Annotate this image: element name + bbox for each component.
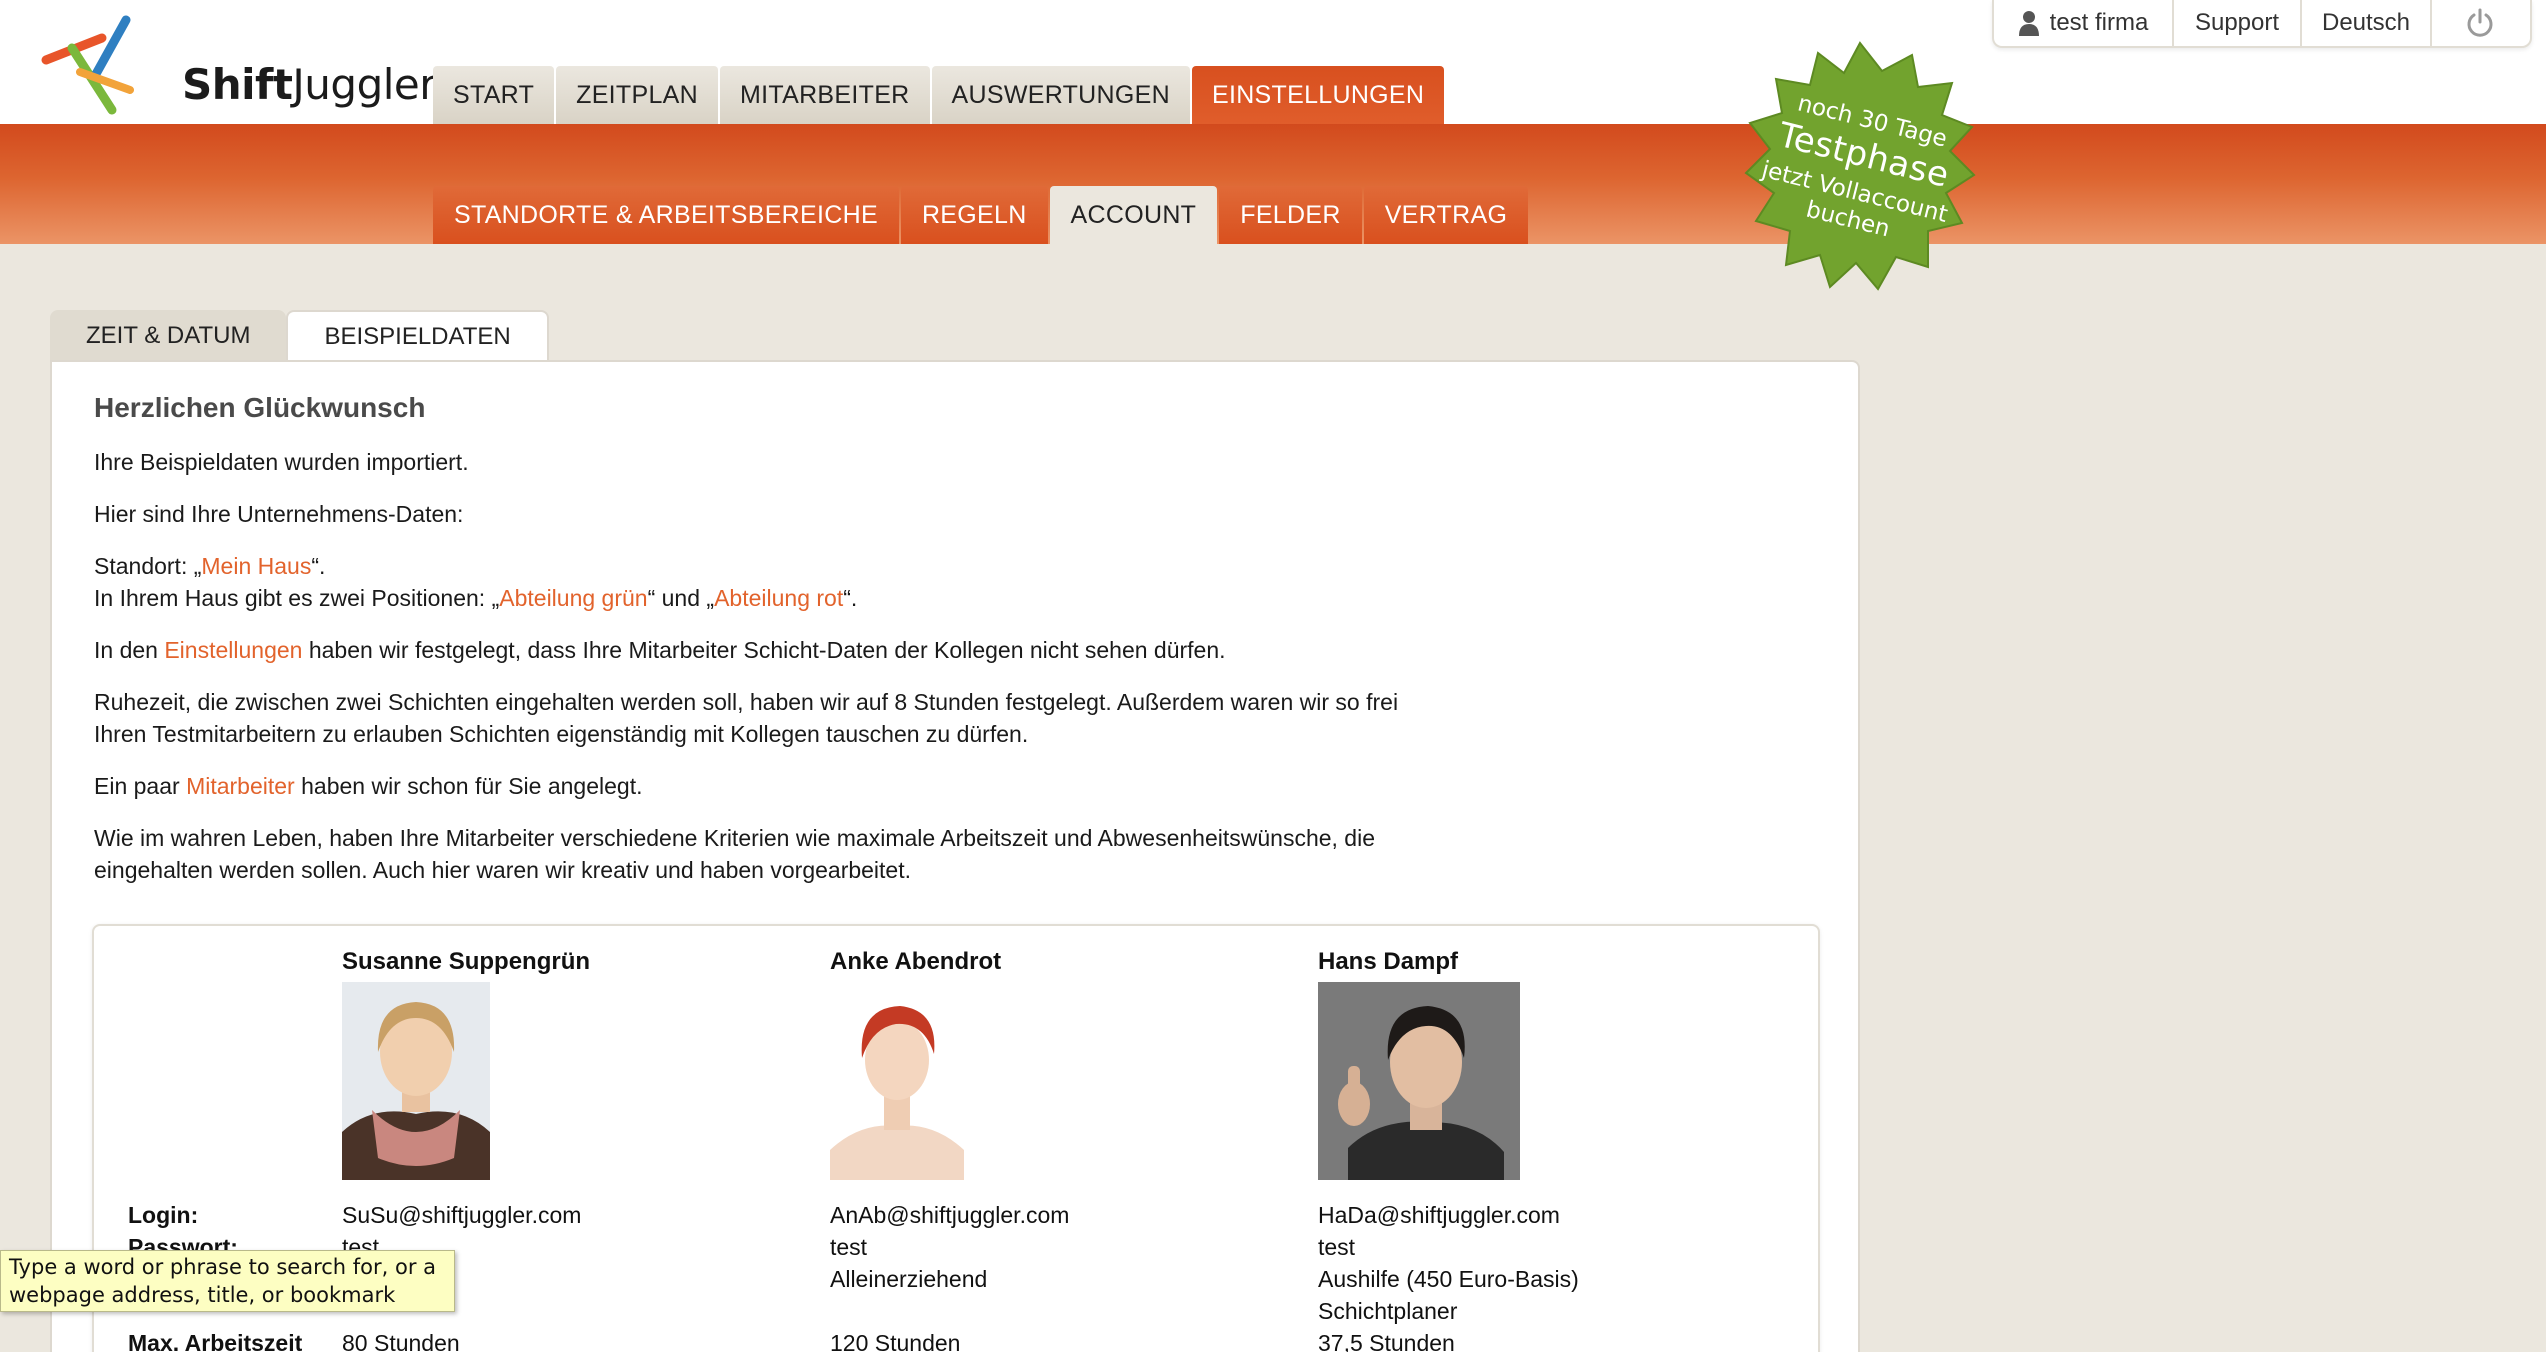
user-name: test firma — [2049, 9, 2149, 36]
employee-max-hours: 80 Stunden — [342, 1330, 460, 1352]
employee-max-hours: 37,5 Stunden — [1318, 1330, 1455, 1352]
main-nav: START ZEITPLAN MITARBEITER AUSWERTUNGEN … — [433, 66, 1445, 124]
logo-text: ShiftJuggler — [182, 60, 437, 109]
paragraph-imported: Ihre Beispieldaten wurden importiert. — [94, 449, 469, 475]
link-abteilung-rot[interactable]: Abteilung rot — [714, 585, 843, 611]
person-photo-icon — [342, 982, 490, 1180]
link-einstellungen[interactable]: Einstellungen — [164, 637, 302, 663]
label-max-hours: Max. Arbeitszeit — [128, 1330, 303, 1352]
panel-body: Herzlichen Glückwunsch Ihre Beispieldate… — [94, 392, 1514, 906]
person-photo-icon — [830, 982, 964, 1180]
tab-zeitplan[interactable]: ZEITPLAN — [556, 66, 719, 124]
paragraph-employees: Ein paar Mitarbeiter haben wir schon für… — [94, 773, 643, 799]
paragraph-company-data: Hier sind Ihre Unternehmens-Daten: — [94, 501, 464, 527]
sub-nav: STANDORTE & ARBEITSBEREICHE REGELN ACCOU… — [433, 186, 1529, 244]
support-link[interactable]: Support — [2174, 0, 2302, 46]
tab-auswertungen[interactable]: AUSWERTUNGEN — [931, 66, 1190, 124]
paragraph-criteria: Wie im wahren Leben, haben Ihre Mitarbei… — [94, 825, 1376, 883]
subtab-regeln[interactable]: REGELN — [900, 186, 1048, 244]
tab-zeit-datum[interactable]: ZEIT & DATUM — [50, 310, 287, 362]
logo[interactable]: ShiftJuggler — [40, 12, 437, 122]
paragraph-location: Standort: „Mein Haus“. In Ihrem Haus gib… — [94, 553, 858, 611]
employee-attribute: Alleinerziehend — [830, 1266, 988, 1292]
link-abteilung-gruen[interactable]: Abteilung grün — [499, 585, 647, 611]
tooltip-line: Type a word or phrase to search for, or … — [9, 1255, 437, 1279]
subtab-account[interactable]: ACCOUNT — [1049, 186, 1218, 244]
tab-mitarbeiter[interactable]: MITARBEITER — [720, 66, 930, 124]
employee-login: AnAb@shiftjuggler.com — [830, 1202, 1070, 1228]
label-login: Login: — [128, 1202, 199, 1228]
employee-login: SuSu@shiftjuggler.com — [342, 1202, 582, 1228]
language-selector[interactable]: Deutsch — [2302, 0, 2432, 46]
employee-photo — [1318, 982, 1520, 1180]
subtab-vertrag[interactable]: VERTRAG — [1363, 186, 1529, 244]
link-mitarbeiter[interactable]: Mitarbeiter — [186, 773, 295, 799]
employee-name: Hans Dampf — [1318, 948, 1459, 975]
employee-photo — [830, 982, 964, 1180]
utility-bar: test firma Support Deutsch — [1992, 0, 2532, 48]
link-mein-haus[interactable]: Mein Haus — [201, 553, 311, 579]
subtab-felder[interactable]: FELDER — [1219, 186, 1362, 244]
employee-max-hours: 120 Stunden — [830, 1330, 961, 1352]
trial-badge[interactable]: noch 30 Tage Testphase jetzt Vollaccount… — [1740, 40, 1980, 302]
employee-login: HaDa@shiftjuggler.com — [1318, 1202, 1560, 1228]
panel-title: Herzlichen Glückwunsch — [94, 392, 426, 423]
person-photo-icon — [1318, 982, 1520, 1180]
employee-photo — [342, 982, 490, 1180]
logout-button[interactable] — [2432, 0, 2528, 46]
search-tooltip: Type a word or phrase to search for, or … — [0, 1250, 455, 1312]
employee-attribute: Aushilfe (450 Euro-Basis) — [1318, 1266, 1579, 1292]
tab-start[interactable]: START — [433, 66, 555, 124]
paragraph-rest-time: Ruhezeit, die zwischen zwei Schichten ei… — [94, 689, 1399, 747]
user-menu[interactable]: test firma — [1994, 0, 2174, 46]
tab-beispieldaten[interactable]: BEISPIELDATEN — [286, 310, 549, 362]
content-tabs: ZEIT & DATUM BEISPIELDATEN — [50, 310, 549, 362]
employee-password: test — [1318, 1234, 1356, 1260]
employee-name: Anke Abendrot — [830, 948, 1002, 975]
paragraph-settings: In den Einstellungen haben wir festgeleg… — [94, 637, 1226, 663]
employee-password: test — [830, 1234, 868, 1260]
logo-mark-icon — [41, 15, 134, 115]
tab-einstellungen[interactable]: EINSTELLUNGEN — [1191, 66, 1445, 124]
power-icon — [2467, 8, 2493, 37]
tooltip-line: webpage address, title, or bookmark — [9, 1283, 396, 1307]
employee-name: Susanne Suppengrün — [342, 948, 591, 975]
employee-role: Schichtplaner — [1318, 1298, 1458, 1324]
subtab-standorte[interactable]: STANDORTE & ARBEITSBEREICHE — [433, 186, 899, 244]
user-icon — [2018, 11, 2039, 36]
